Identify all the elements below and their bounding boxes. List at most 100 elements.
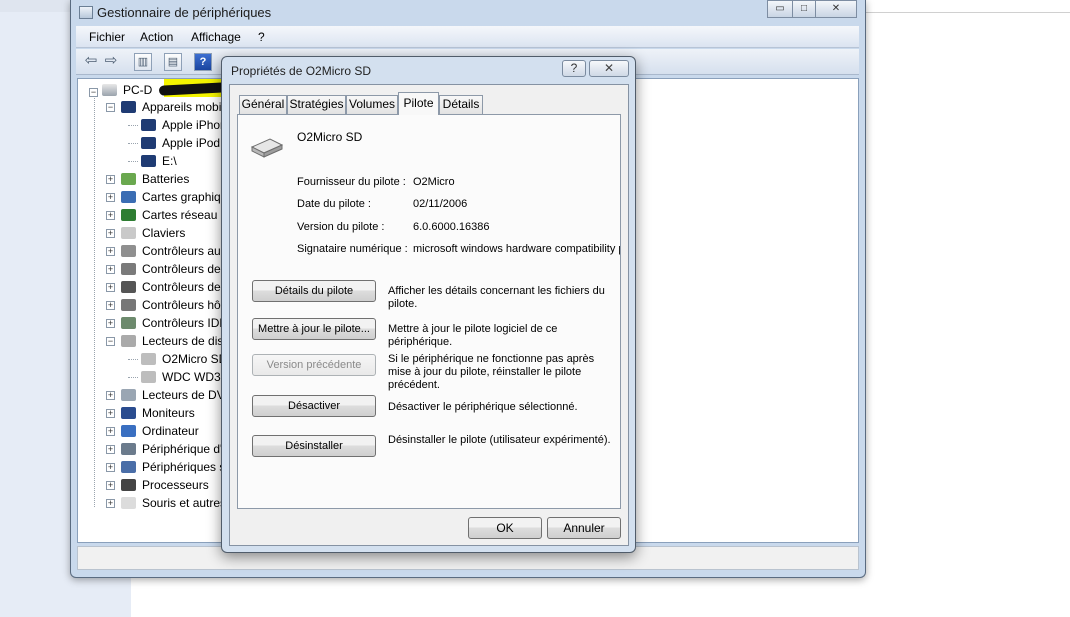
usb-controller-icon — [121, 281, 136, 293]
tree-guide — [128, 359, 138, 360]
cancel-button[interactable]: Annuler — [547, 517, 621, 539]
tree-expander[interactable]: + — [106, 463, 115, 472]
tree-node[interactable]: Apple iPod — [162, 134, 222, 152]
tree-expander[interactable]: + — [106, 319, 115, 328]
tree-node[interactable]: Cartes graphiqu — [142, 188, 222, 206]
tree-node[interactable]: O2Micro SD — [162, 350, 222, 368]
tree-expander[interactable]: + — [106, 211, 115, 220]
menu-help[interactable]: ? — [258, 30, 265, 44]
disk-drive-icon — [250, 138, 284, 158]
tree-node[interactable]: Contrôleurs de — [142, 260, 222, 278]
tree-node[interactable]: Processeurs — [142, 476, 222, 494]
tree-expander[interactable]: − — [106, 337, 115, 346]
tree-node[interactable]: Contrôleurs hô — [142, 296, 222, 314]
tab-general[interactable]: Général — [239, 95, 287, 114]
tree-expander[interactable]: + — [106, 409, 115, 418]
tree-node[interactable]: Moniteurs — [142, 404, 222, 422]
minimize-button[interactable]: ▭ — [767, 0, 793, 18]
disk-icon — [141, 353, 156, 365]
tree-guide — [94, 98, 95, 507]
tree-node[interactable]: Périphériques s — [142, 458, 222, 476]
tree-node[interactable]: Ordinateur — [142, 422, 222, 440]
tree-expander[interactable]: + — [106, 175, 115, 184]
monitor-icon — [121, 407, 136, 419]
tree-node[interactable]: Contrôleurs au — [142, 242, 222, 260]
dialog-close-button[interactable]: ✕ — [589, 60, 629, 77]
tree-node[interactable]: Lecteurs de DVI — [142, 386, 222, 404]
tree-expander[interactable]: + — [106, 301, 115, 310]
tree-node[interactable]: E:\ — [162, 152, 222, 170]
tree-expander[interactable]: + — [106, 427, 115, 436]
device-manager-icon — [79, 6, 93, 19]
tree-node[interactable]: Apple iPhor — [162, 116, 222, 134]
computer-icon — [102, 84, 117, 96]
rollback-driver-description: Si le périphérique ne fonctionne pas apr… — [388, 353, 595, 391]
back-arrow-icon[interactable]: ⇦ — [82, 53, 100, 71]
battery-icon — [121, 173, 136, 185]
tree-node[interactable]: Contrôleurs de — [142, 278, 222, 296]
maximize-button[interactable]: □ — [792, 0, 816, 18]
tree-expander[interactable]: + — [106, 265, 115, 274]
driver-details-description: Afficher les détails concernant les fich… — [388, 285, 605, 310]
tab-pilote[interactable]: Pilote — [398, 92, 439, 115]
info-value-date: 02/11/2006 — [413, 198, 468, 210]
window-title: Gestionnaire de périphériques — [97, 5, 272, 20]
tree-expander[interactable]: − — [106, 103, 115, 112]
dvd-drive-icon — [121, 389, 136, 401]
tree-node[interactable]: Batteries — [142, 170, 222, 188]
tree-node[interactable]: Lecteurs de dis — [142, 332, 222, 350]
up-folder-icon[interactable]: ▥ — [134, 53, 152, 71]
tree-node[interactable]: Contrôleurs IDE — [142, 314, 222, 332]
tree-node[interactable]: Appareils mobi — [142, 98, 222, 116]
tab-strategies[interactable]: Stratégies — [287, 95, 346, 114]
driver-details-button[interactable]: Détails du pilote — [252, 280, 376, 302]
desktop-edge — [0, 0, 70, 12]
disable-device-button[interactable]: Désactiver — [252, 395, 376, 417]
tab-details[interactable]: Détails — [439, 95, 483, 114]
mobile-device-icon — [141, 155, 156, 167]
menu-action[interactable]: Action — [140, 30, 173, 44]
forward-arrow-icon[interactable]: ⇨ — [102, 53, 120, 71]
menu-affichage[interactable]: Affichage — [191, 30, 241, 44]
menu-bar: Fichier Action Affichage ? — [76, 26, 859, 48]
audio-controller-icon — [121, 245, 136, 257]
tree-guide — [128, 125, 138, 126]
tree-guide — [128, 143, 138, 144]
tab-volumes[interactable]: Volumes — [346, 95, 398, 114]
tree-node[interactable]: Cartes réseau — [142, 206, 222, 224]
uninstall-driver-button[interactable]: Désinstaller — [252, 435, 376, 457]
tree-root-computer[interactable]: PC-D — [123, 81, 152, 99]
tree-node[interactable]: Claviers — [142, 224, 222, 242]
device-name: O2Micro SD — [297, 130, 363, 144]
tree-expander[interactable]: + — [106, 391, 115, 400]
tree-expander[interactable]: + — [106, 499, 115, 508]
menu-fichier[interactable]: Fichier — [89, 30, 125, 44]
tree-expander[interactable]: + — [106, 193, 115, 202]
tree-node[interactable]: Périphérique d'i — [142, 440, 222, 458]
tree-guide — [128, 377, 138, 378]
tree-expander[interactable]: + — [106, 283, 115, 292]
tree-node[interactable]: WDC WD32 — [162, 368, 222, 386]
rollback-driver-button[interactable]: Version précédente — [252, 354, 376, 376]
tree-expander[interactable]: + — [106, 445, 115, 454]
background-window-edge — [866, 12, 1070, 13]
close-button[interactable]: ✕ — [815, 0, 857, 18]
ide-controller-icon — [121, 317, 136, 329]
tree-expander[interactable]: + — [106, 247, 115, 256]
properties-dialog: Propriétés de O2Micro SD ? ✕ Général Str… — [221, 56, 636, 553]
update-driver-button[interactable]: Mettre à jour le pilote... — [252, 318, 376, 340]
computer-icon — [121, 425, 136, 437]
properties-icon[interactable]: ▤ — [164, 53, 182, 71]
dialog-help-button[interactable]: ? — [562, 60, 586, 77]
uninstall-driver-description: Désinstaller le pilote (utilisateur expé… — [388, 434, 611, 446]
keyboard-icon — [121, 227, 136, 239]
info-label-date: Date du pilote : — [297, 198, 371, 210]
tree-node[interactable]: Souris et autres — [142, 494, 222, 512]
tree-expander[interactable]: + — [106, 229, 115, 238]
tree-expander[interactable]: + — [106, 481, 115, 490]
pilote-tab-panel: O2Micro SD Fournisseur du pilote : O2Mic… — [237, 114, 621, 509]
ok-button[interactable]: OK — [468, 517, 542, 539]
root-collapse-toggle[interactable]: − — [89, 88, 98, 97]
network-adapter-icon — [121, 209, 136, 221]
help-icon[interactable]: ? — [194, 53, 212, 71]
